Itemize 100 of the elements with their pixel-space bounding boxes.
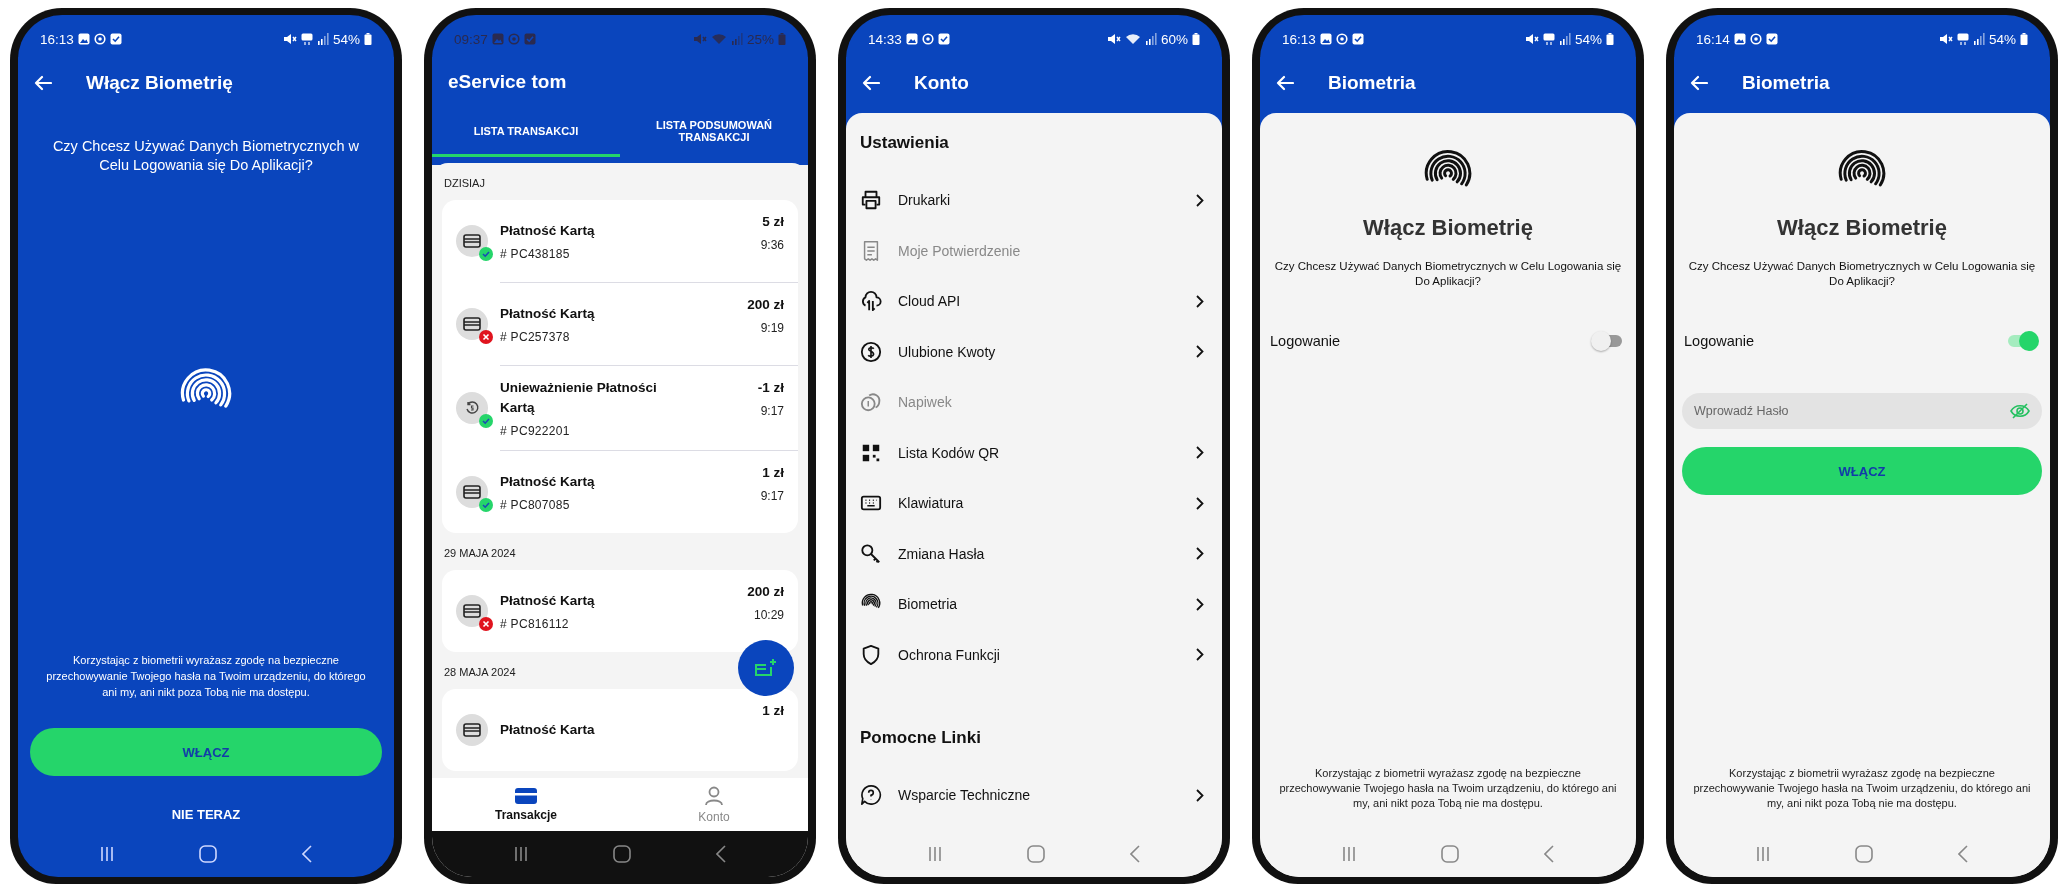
back-arrow-icon[interactable] <box>1276 75 1294 91</box>
signal-icon <box>1558 33 1571 45</box>
mute-icon <box>1938 33 1953 45</box>
refund-icon <box>465 401 479 415</box>
transaction-time: 9:36 <box>760 238 784 252</box>
recent-apps-icon[interactable] <box>928 846 943 862</box>
settings-item[interactable]: Ochrona Funkcji <box>860 629 1208 680</box>
settings-item[interactable]: Cloud API <box>860 276 1208 327</box>
back-icon[interactable] <box>1957 845 1968 863</box>
check-icon <box>1765 33 1778 45</box>
eye-off-icon[interactable] <box>2010 403 2030 419</box>
transaction-title: Płatność Karta <box>500 721 596 739</box>
toggle-label: Logowanie <box>1270 333 1341 349</box>
nav-tab[interactable]: Konto <box>620 778 808 831</box>
add-card-button[interactable] <box>738 640 794 696</box>
signal-icon <box>1144 33 1157 45</box>
battery-icon <box>364 33 372 45</box>
status-time: 16:13 <box>40 31 74 47</box>
gallery-icon <box>1319 33 1332 45</box>
signal-icon <box>730 33 743 45</box>
recent-apps-icon[interactable] <box>1342 846 1357 862</box>
home-icon[interactable] <box>613 845 631 863</box>
home-icon[interactable] <box>1855 845 1873 863</box>
status-time: 09:37 <box>454 31 488 47</box>
transaction-time: 9:19 <box>759 321 784 335</box>
chevron-right-icon <box>1196 345 1204 359</box>
chevron-right-icon <box>1196 496 1204 510</box>
back-icon[interactable] <box>715 845 726 863</box>
mute-icon <box>692 33 707 45</box>
back-arrow-icon[interactable] <box>1690 75 1708 91</box>
gallery-icon <box>77 33 90 45</box>
home-icon[interactable] <box>1441 845 1459 863</box>
consent-text: Korzystając z biometrii wyrażasz zgodę na bezpieczne przechowywanie Twojego hasła na Twoim urządzeniu, do którego ani my, ani nikt poza Tobą nie ma dostępu. <box>1278 766 1618 811</box>
transaction-title: Płatność Kartą <box>500 222 596 240</box>
enable-button[interactable]: WŁĄCZ <box>1682 447 2042 495</box>
enable-button[interactable]: WŁĄCZ <box>30 728 382 776</box>
coin-icon <box>860 391 882 414</box>
battery-level: 54% <box>332 31 360 47</box>
settings-item[interactable]: Lista Kodów QR <box>860 427 1208 478</box>
settings-item[interactable]: Drukarki <box>860 175 1208 226</box>
settings-item[interactable]: Klawiatura <box>860 478 1208 529</box>
gallery-icon <box>905 33 918 45</box>
transaction-amount: 5 zł <box>761 213 784 231</box>
transaction-reference: # PC922201 <box>500 424 571 438</box>
question-text: Czy Chcesz Używać Danych Biometrycznych w Celu Logowania się Do Aplikacji? <box>1687 259 2037 289</box>
date-header: DZISIAJ <box>443 176 486 191</box>
chevron-right-icon <box>1196 788 1204 802</box>
chevron-right-icon <box>1196 446 1204 460</box>
transaction-reference: # PC438185 <box>500 247 571 261</box>
battery-icon <box>1606 33 1614 45</box>
home-icon[interactable] <box>1027 845 1045 863</box>
heading: Włącz Biometrię <box>1777 215 1947 241</box>
transaction-amount: -1 zł <box>757 379 784 397</box>
back-icon[interactable] <box>1543 845 1554 863</box>
card-icon <box>463 485 481 499</box>
settings-item[interactable]: Zmiana Hasła <box>860 528 1208 579</box>
screen-title: Biometria <box>1742 72 1830 94</box>
status-time: 16:13 <box>1282 31 1316 47</box>
transaction-time: 10:29 <box>752 608 784 622</box>
nav-tab[interactable]: Transakcje <box>432 778 620 831</box>
battery-icon <box>2020 33 2028 45</box>
battery-icon <box>778 33 786 45</box>
back-icon[interactable] <box>1129 845 1140 863</box>
transaction-reference: # PC807085 <box>500 498 571 512</box>
back-arrow-icon[interactable] <box>34 75 52 91</box>
app-title: eService tom <box>448 71 567 93</box>
screen-title: Konto <box>914 72 969 94</box>
status-time: 14:33 <box>868 31 902 47</box>
battery-level: 60% <box>1160 31 1188 47</box>
settings-item[interactable]: Wsparcie Techniczne <box>860 770 1208 821</box>
transaction-time: 9:17 <box>759 404 784 418</box>
consent-text: Korzystając z biometrii wyrażasz zgodę na bezpieczne przechowywanie Twojego hasła na Twoim urządzeniu, do którego ani my, ani nikt poza Tobą nie ma dostępu. <box>45 653 367 700</box>
gallery-icon <box>1733 33 1746 45</box>
check-icon <box>1351 33 1364 45</box>
consent-text: Korzystając z biometrii wyrażasz zgodę na bezpieczne przechowywanie Twojego hasła na Twoim urządzeniu, do którego ani my, ani nikt poza Tobą nie ma dostępu. <box>1692 766 2032 811</box>
chevron-right-icon <box>1196 547 1204 561</box>
tab[interactable]: LISTA TRANSAKCJI <box>432 107 620 157</box>
printer-icon <box>860 189 882 212</box>
tab[interactable]: LISTA PODSUMOWAŃ TRANSAKCJI <box>620 107 808 157</box>
check-icon <box>937 33 950 45</box>
battery-level: 54% <box>1988 31 2016 47</box>
not-now-button[interactable]: NIE TERAZ <box>165 806 247 823</box>
key-icon <box>860 542 882 565</box>
toggle-label: Logowanie <box>1684 333 1755 349</box>
gallery-icon <box>491 33 504 45</box>
sync-icon <box>1749 33 1762 45</box>
transaction-amount: 1 zł <box>761 464 784 482</box>
mute-icon <box>1524 33 1539 45</box>
transaction-amount: 200 zł <box>747 583 784 601</box>
recent-apps-icon[interactable] <box>1756 846 1771 862</box>
recent-apps-icon[interactable] <box>514 846 529 862</box>
cloud-icon <box>860 290 882 313</box>
settings-item[interactable]: Biometria <box>860 579 1208 630</box>
card-icon <box>463 234 481 248</box>
settings-item: Moje Potwierdzenie <box>860 225 1208 276</box>
back-arrow-icon[interactable] <box>862 75 880 91</box>
battery-level: 54% <box>1574 31 1602 47</box>
settings-item[interactable]: Ulubione Kwoty <box>860 326 1208 377</box>
card-icon <box>463 317 481 331</box>
password-field[interactable]: Wprowadź Hasło <box>1682 393 2042 429</box>
